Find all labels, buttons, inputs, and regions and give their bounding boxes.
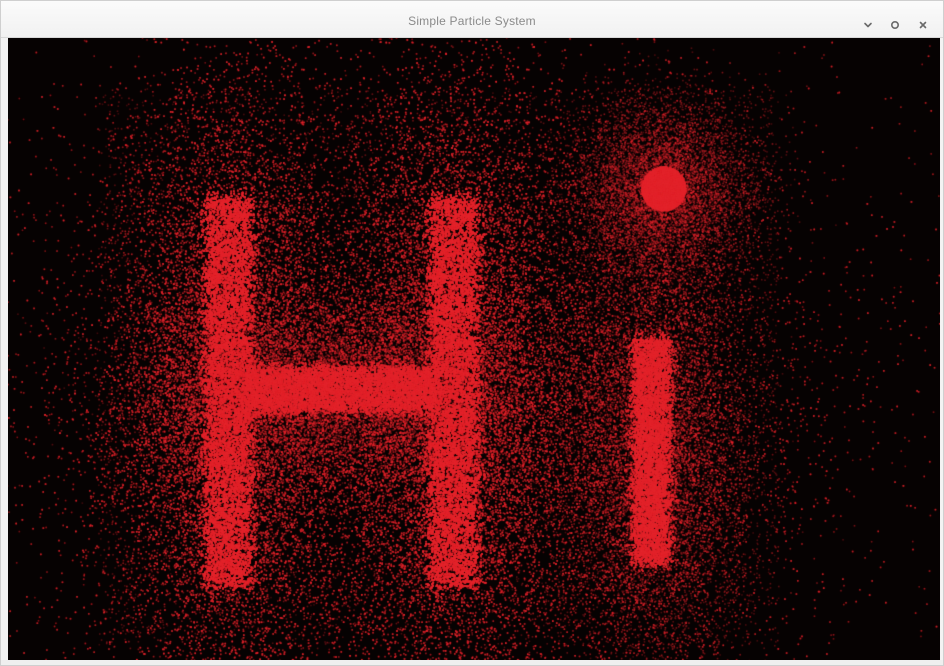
app-window: Simple Particle System [0, 0, 944, 666]
title-bar[interactable]: Simple Particle System [1, 1, 943, 38]
close-icon [919, 21, 927, 29]
particle-canvas[interactable] [8, 38, 940, 660]
render-viewport[interactable] [8, 38, 940, 660]
window-title: Simple Particle System [408, 14, 536, 28]
window-bottom-border [1, 660, 943, 665]
minimize-icon [864, 22, 872, 28]
minimize-button[interactable] [859, 16, 877, 34]
close-button[interactable] [914, 16, 932, 34]
maximize-button[interactable] [886, 16, 904, 34]
maximize-icon [891, 21, 900, 30]
